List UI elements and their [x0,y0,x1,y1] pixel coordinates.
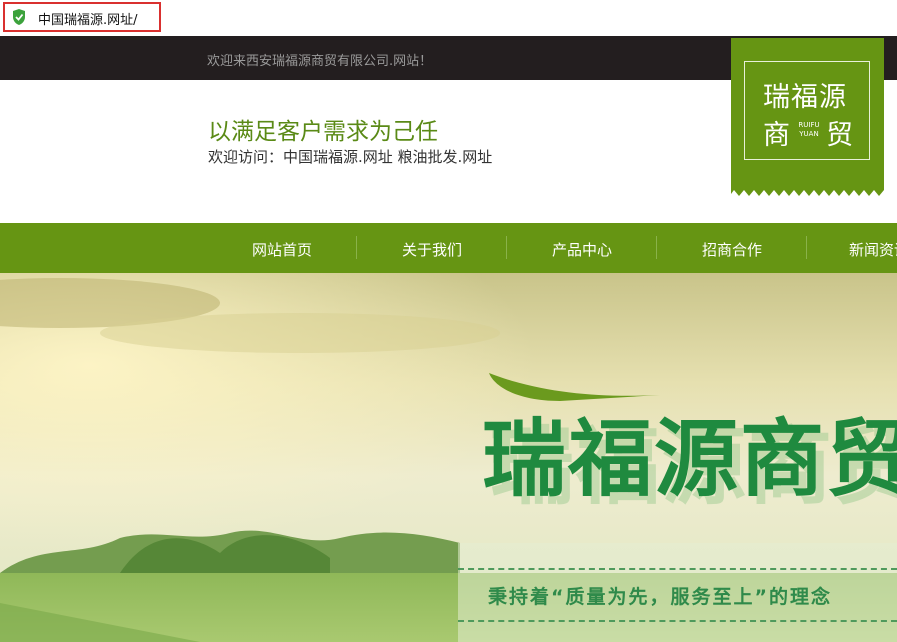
url-text[interactable]: 中国瑞福源.网址/ [38,9,138,28]
welcome-text: 欢迎来西安瑞福源商贸有限公司.网站！ [207,54,433,69]
logo-line2-right: 贸 [826,120,853,151]
logo-english: RUIFU YUAN [798,121,820,138]
secure-shield-icon [13,9,25,25]
nav-item-cooperation[interactable]: 招商合作 [657,239,807,260]
nav-item-news[interactable]: 新闻资讯 [807,239,897,260]
nav-item-about[interactable]: 关于我们 [357,239,507,260]
page-slogan: 以满足客户需求为己任 [208,119,438,145]
banner-brand-text: 瑞福源商贸 [482,410,897,508]
visit-text: 欢迎访问：中国瑞福源.网址 粮油批发.网址 [208,148,493,166]
logo-line1: 瑞福源 [763,82,847,113]
banner-tagline: 秉持着“质量为先，服务至上”的理念 [488,586,832,608]
banner-dashed-line [458,568,897,570]
banner-dashed-line [458,620,897,622]
logo-line2-left: 商 [763,120,790,151]
nav-item-products[interactable]: 产品中心 [507,239,657,260]
nav-item-home[interactable]: 网站首页 [207,239,357,260]
address-bar[interactable]: 中国瑞福源.网址/ [0,0,897,36]
